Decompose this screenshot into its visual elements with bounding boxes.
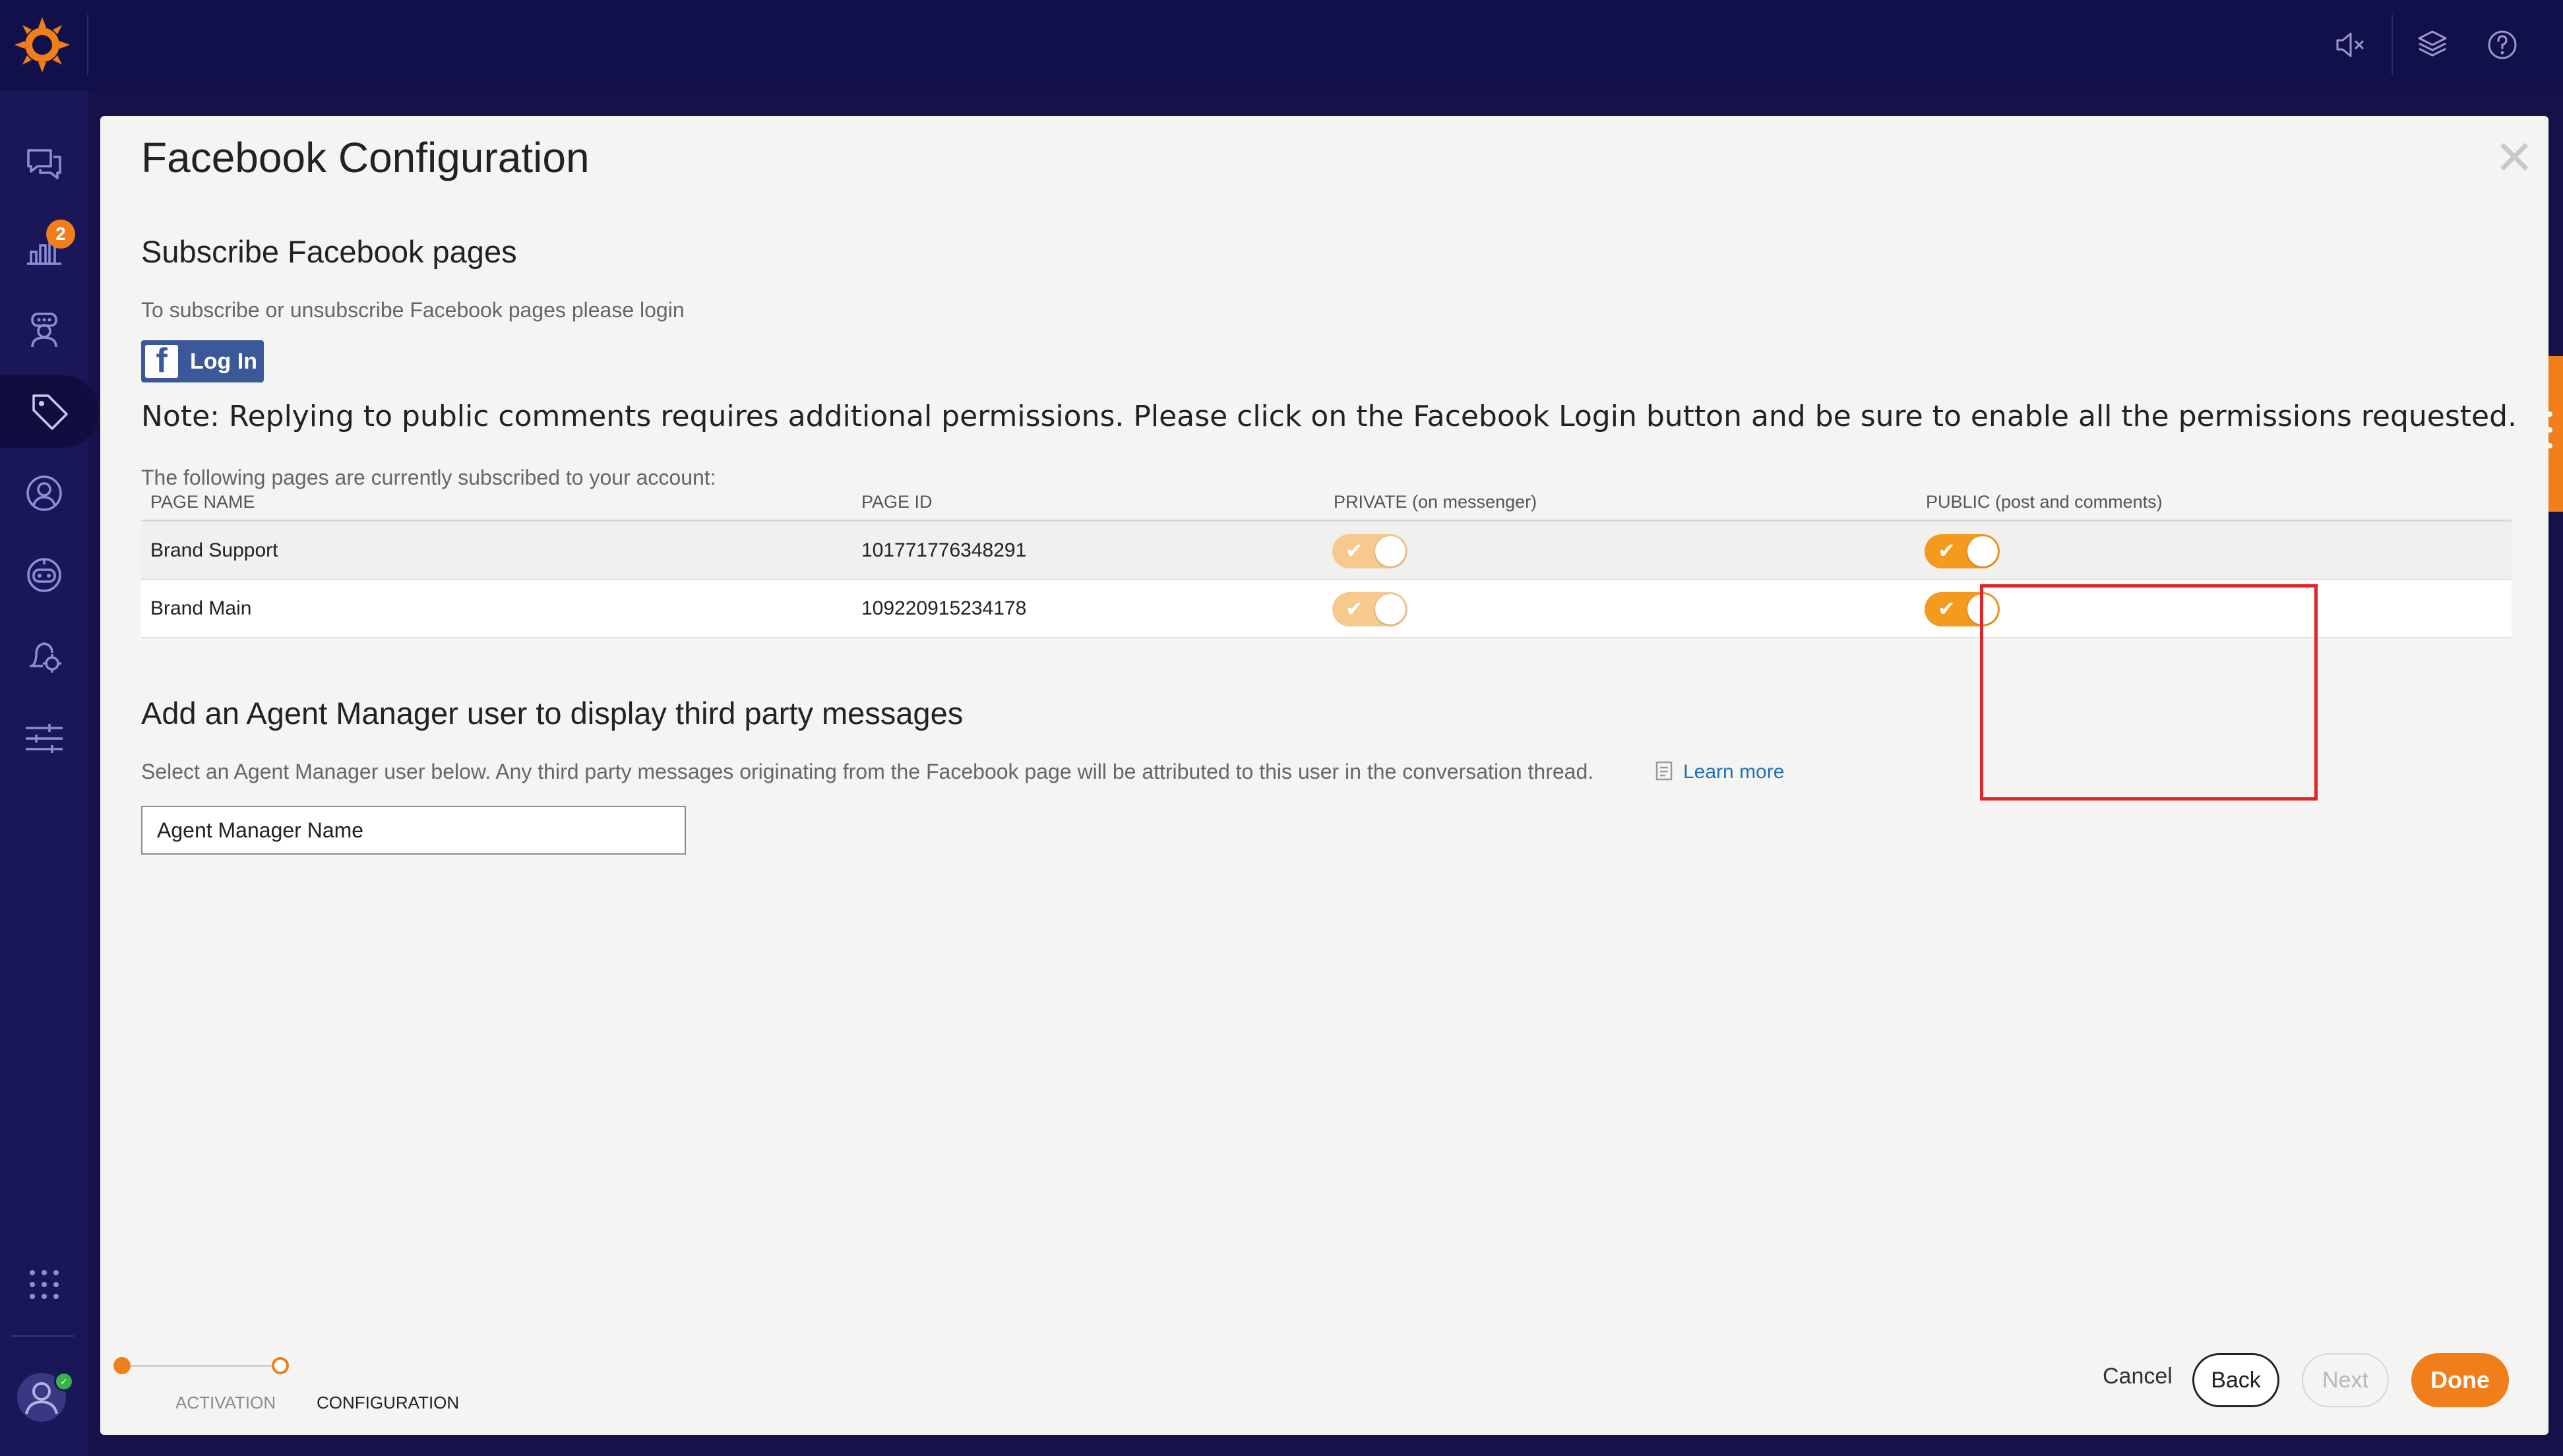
- column-header-page-id: PAGE ID: [861, 492, 933, 512]
- agent-manager-help-text: Select an Agent Manager user below. Any …: [141, 760, 1594, 783]
- nav-users[interactable]: [0, 457, 88, 530]
- agent-headset-icon: [31, 313, 57, 348]
- user-circle-icon: [26, 475, 62, 511]
- speaker-muted-icon[interactable]: [2332, 26, 2369, 63]
- public-column-highlight: [1980, 584, 2318, 801]
- check-icon: ✔: [1345, 596, 1363, 621]
- nav-divider: [11, 1335, 74, 1337]
- left-navigation: 2: [0, 90, 99, 1456]
- public-comments-toggle[interactable]: ✔: [1925, 534, 2000, 568]
- private-messenger-toggle[interactable]: ✔: [1332, 592, 1407, 626]
- table-header-divider: [141, 520, 2512, 522]
- grid-dots-icon: [30, 1270, 59, 1299]
- step-activation-dot[interactable]: [113, 1357, 131, 1374]
- notification-badge: 2: [46, 220, 75, 249]
- online-status-icon: ✓: [54, 1372, 74, 1391]
- robot-icon: [27, 558, 61, 592]
- tag-icon: [32, 394, 68, 430]
- sliders-icon: [26, 724, 63, 753]
- stepper-line: [123, 1365, 281, 1367]
- page-name-cell: Brand Main: [150, 597, 252, 619]
- column-header-public: PUBLIC (post and comments): [1926, 492, 2163, 512]
- document-icon: [1655, 761, 1673, 781]
- chat-bubbles-icon: [27, 149, 61, 179]
- check-icon: ✔: [1938, 538, 1956, 563]
- subscribe-section-title: Subscribe Facebook pages: [141, 234, 517, 269]
- nav-settings[interactable]: [0, 702, 88, 775]
- page-id-cell: 101771776348291: [861, 539, 1027, 561]
- nav-automation[interactable]: [0, 621, 88, 693]
- modal-title: Facebook Configuration: [141, 134, 590, 181]
- permissions-note: Note: Replying to public comments requir…: [141, 400, 2517, 433]
- table-row: Brand Support 101771776348291 ✔ ✔: [141, 522, 2512, 580]
- layers-icon[interactable]: [2414, 26, 2451, 63]
- subscribe-help-text: To subscribe or unsubscribe Facebook pag…: [141, 298, 685, 322]
- cancel-button[interactable]: Cancel: [2103, 1364, 2173, 1389]
- nav-agents[interactable]: [0, 293, 88, 366]
- nav-conversations[interactable]: [0, 127, 88, 200]
- app-logo-sun-icon[interactable]: [13, 16, 71, 74]
- step-activation-label: ACTIVATION: [175, 1393, 276, 1412]
- learn-more-link[interactable]: Learn more: [1683, 761, 1784, 783]
- topbar-divider: [87, 15, 88, 75]
- page-name-cell: Brand Support: [150, 539, 278, 561]
- column-header-private: PRIVATE (on messenger): [1334, 492, 1537, 512]
- next-button[interactable]: Next: [2302, 1353, 2389, 1407]
- topbar-divider: [2392, 15, 2393, 75]
- subscribed-pages-intro: The following pages are currently subscr…: [141, 466, 716, 489]
- done-button[interactable]: Done: [2411, 1353, 2509, 1407]
- nav-analytics[interactable]: [0, 212, 88, 284]
- facebook-configuration-modal: Facebook Configuration ✕ Subscribe Faceb…: [100, 116, 2548, 1435]
- close-icon[interactable]: ✕: [2494, 135, 2534, 182]
- facebook-logo-icon: f: [145, 344, 178, 378]
- top-bar: [0, 0, 2563, 90]
- bell-gear-icon: [30, 642, 61, 673]
- nav-bots[interactable]: [0, 539, 88, 611]
- nav-campaigns[interactable]: [0, 375, 99, 448]
- nav-apps[interactable]: [0, 1248, 88, 1321]
- step-configuration-dot[interactable]: [272, 1357, 289, 1374]
- help-circle-icon[interactable]: [2484, 26, 2521, 63]
- agent-manager-input[interactable]: [141, 806, 686, 855]
- facebook-login-button[interactable]: f Log In: [141, 340, 264, 382]
- step-configuration-label: CONFIGURATION: [317, 1393, 460, 1412]
- agent-manager-section-title: Add an Agent Manager user to display thi…: [141, 696, 964, 731]
- facebook-login-label: Log In: [190, 348, 257, 374]
- page-id-cell: 109220915234178: [861, 597, 1027, 619]
- column-header-page-name: PAGE NAME: [150, 492, 255, 512]
- back-button[interactable]: Back: [2192, 1353, 2279, 1407]
- private-messenger-toggle[interactable]: ✔: [1332, 534, 1407, 568]
- check-icon: ✔: [1938, 596, 1956, 621]
- check-icon: ✔: [1345, 538, 1363, 563]
